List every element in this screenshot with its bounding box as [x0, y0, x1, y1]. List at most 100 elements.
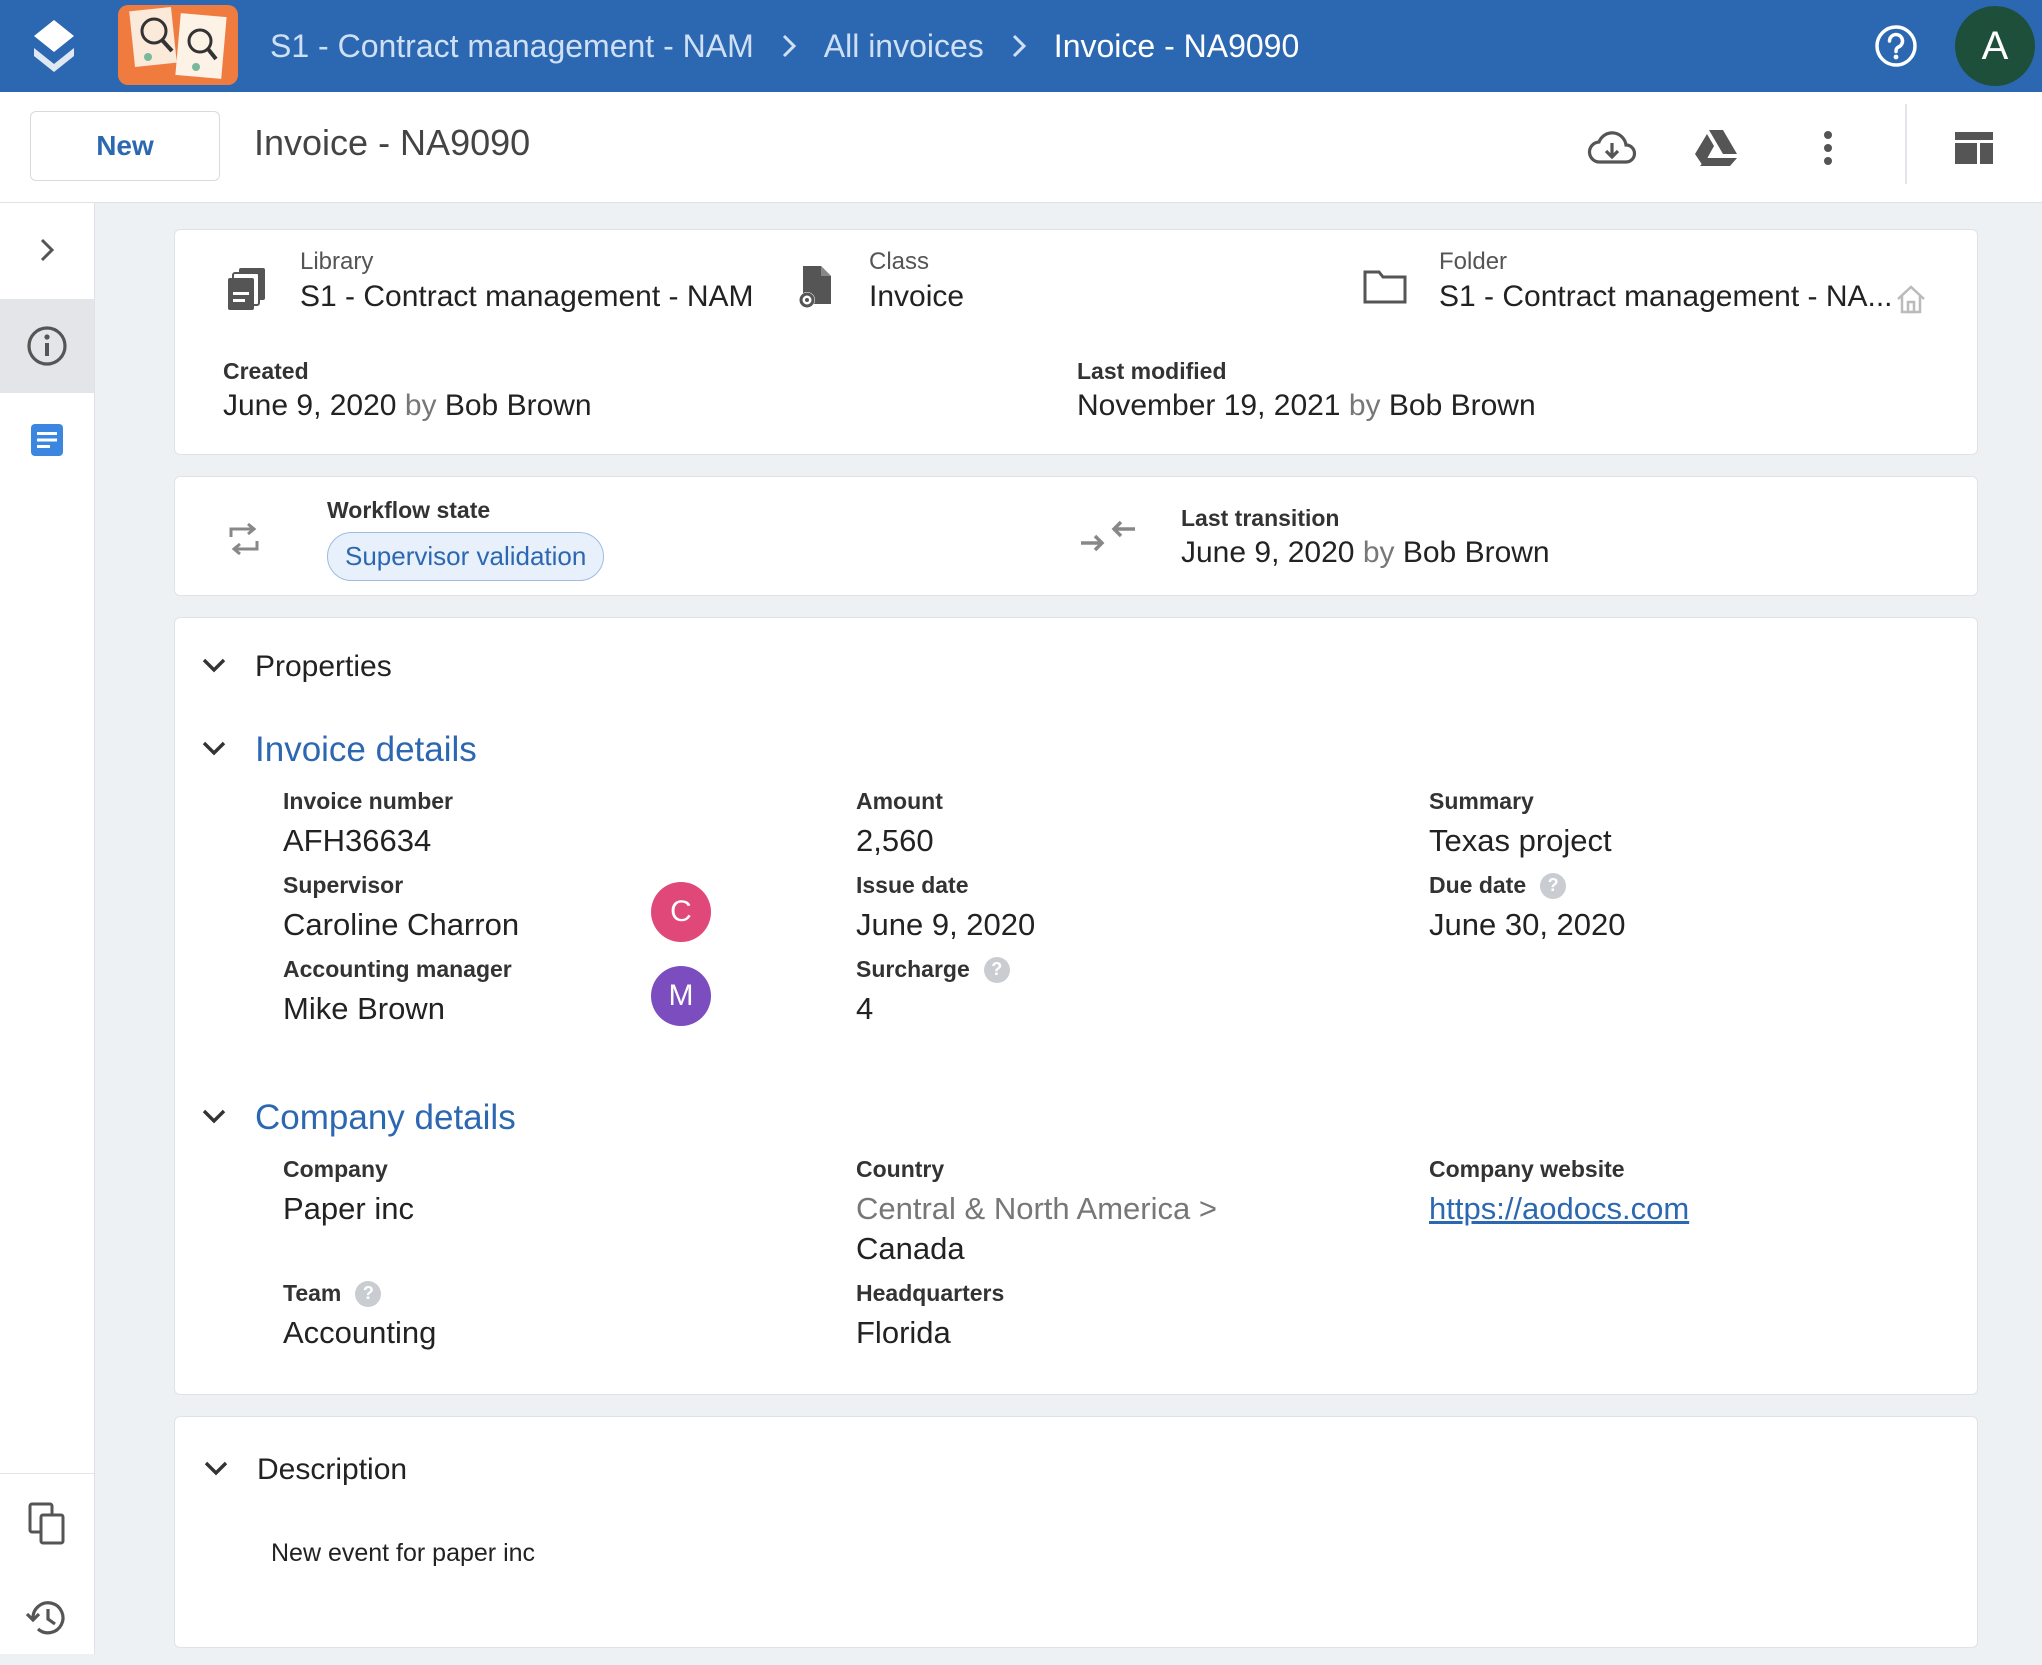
accounting-manager-field: Accounting manager Mike Brown [283, 956, 512, 1029]
help-icon[interactable] [1872, 22, 1920, 70]
page-title: Invoice - NA9090 [254, 122, 531, 163]
document-metadata-card: Library S1 - Contract management - NAM C… [174, 229, 1978, 455]
issue-date-field: Issue date June 9, 2020 [856, 872, 1035, 945]
team-field: Team? Accounting [283, 1280, 436, 1353]
description-text: New event for paper inc [271, 1539, 536, 1567]
cloud-download-icon[interactable] [1586, 122, 1638, 174]
folder-value[interactable]: S1 - Contract management - NA... [1439, 280, 1893, 314]
folder-icon [1363, 268, 1407, 309]
document-content-icon[interactable] [0, 393, 94, 487]
company-details-title: Company details [255, 1098, 516, 1137]
modified-date: November 19, 2021 [1077, 389, 1341, 422]
headquarters-value: Florida [856, 1315, 951, 1350]
user-avatar[interactable]: A [1955, 6, 2035, 86]
last-transition-field: Last transition June 9, 2020 by Bob Brow… [1181, 505, 1550, 570]
description-header[interactable]: Description [203, 1445, 407, 1495]
library-label: Library [300, 248, 374, 275]
toolbar-divider [1905, 104, 1907, 184]
invoice-number-field: Invoice number AFH36634 [283, 788, 453, 861]
home-icon[interactable] [1895, 284, 1927, 319]
company-label: Company [283, 1156, 388, 1182]
copy-icon[interactable] [0, 1477, 94, 1571]
due-date-field: Due date? June 30, 2020 [1429, 872, 1626, 945]
summary-field: Summary Texas project [1429, 788, 1612, 861]
issue-date-value: June 9, 2020 [856, 907, 1036, 942]
surcharge-label: Surcharge [856, 956, 970, 982]
surcharge-field: Surcharge? 4 [856, 956, 1010, 1029]
properties-header[interactable]: Properties [201, 642, 392, 692]
left-side-rail [0, 203, 95, 1654]
help-icon[interactable]: ? [1540, 872, 1567, 899]
company-website-field: Company website https://aodocs.com [1429, 1156, 1689, 1229]
accounting-manager-value[interactable]: Mike Brown [283, 989, 512, 1029]
document-toolbar: New Invoice - NA9090 [0, 92, 2042, 203]
due-date-label: Due date [1429, 872, 1527, 898]
transition-by-word: by [1362, 536, 1395, 569]
app-logo-icon[interactable] [30, 18, 78, 74]
summary-value: Texas project [1429, 823, 1612, 858]
due-date-value: June 30, 2020 [1429, 907, 1626, 942]
layout-toggle-icon[interactable] [1948, 122, 2000, 174]
accounting-manager-avatar[interactable]: M [651, 966, 711, 1026]
google-drive-icon[interactable] [1690, 122, 1742, 174]
company-value: Paper inc [283, 1191, 414, 1226]
company-field: Company Paper inc [283, 1156, 414, 1229]
breadcrumb-current: Invoice - NA9090 [1053, 27, 1300, 64]
expand-panel-icon[interactable] [0, 203, 94, 297]
library-value[interactable]: S1 - Contract management - NAM [300, 280, 754, 314]
properties-card: Properties Invoice details Invoice numbe… [174, 617, 1978, 1395]
last-transition-label: Last transition [1181, 505, 1340, 531]
chevron-down-icon [201, 739, 227, 762]
more-vertical-icon[interactable] [1802, 122, 1854, 174]
country-path: Central & North America > [856, 1191, 1217, 1226]
workflow-state-chip[interactable]: Supervisor validation [327, 532, 605, 581]
headquarters-field: Headquarters Florida [856, 1280, 1004, 1353]
amount-value: 2,560 [856, 823, 934, 858]
class-label: Class [869, 248, 930, 275]
supervisor-field: Supervisor Caroline Charron [283, 872, 519, 945]
workflow-card: Workflow state Supervisor validation Las… [174, 476, 1978, 596]
new-button[interactable]: New [30, 111, 220, 181]
info-icon[interactable] [0, 299, 94, 393]
class-icon [797, 264, 837, 315]
created-by-word: by [404, 389, 437, 422]
transition-icon [1079, 515, 1137, 562]
history-icon[interactable] [0, 1571, 94, 1665]
supervisor-avatar[interactable]: C [651, 882, 711, 942]
library-field: Library S1 - Contract management - NAM [300, 248, 754, 314]
company-details-header[interactable]: Company details [201, 1090, 516, 1146]
library-icon [227, 266, 269, 317]
help-icon[interactable]: ? [983, 956, 1010, 983]
help-icon[interactable]: ? [355, 1280, 382, 1307]
modified-label: Last modified [1077, 358, 1227, 384]
description-title: Description [257, 1453, 408, 1486]
created-field: Created June 9, 2020 by Bob Brown [223, 358, 592, 423]
workflow-state-field: Workflow state Supervisor validation [327, 497, 605, 581]
chevron-down-icon [201, 1107, 227, 1130]
rail-divider [0, 1473, 94, 1474]
country-label: Country [856, 1156, 945, 1182]
issue-date-label: Issue date [856, 872, 969, 898]
breadcrumb-all-invoices[interactable]: All invoices [824, 28, 984, 65]
library-thumbnail[interactable] [118, 5, 238, 85]
class-field: Class Invoice [869, 248, 964, 314]
created-date: June 9, 2020 [223, 389, 397, 422]
created-label: Created [223, 358, 309, 384]
modified-by-user: Bob Brown [1388, 389, 1536, 422]
country-value: Canada [856, 1231, 965, 1266]
transition-date: June 9, 2020 [1181, 536, 1355, 569]
created-by-user: Bob Brown [444, 389, 592, 422]
invoice-details-header[interactable]: Invoice details [201, 722, 477, 778]
chevron-down-icon [203, 1459, 229, 1482]
description-card: Description New event for paper inc [174, 1416, 1978, 1648]
folder-label: Folder [1439, 248, 1508, 275]
breadcrumb-library[interactable]: S1 - Contract management - NAM [270, 28, 754, 65]
company-website-link[interactable]: https://aodocs.com [1429, 1191, 1689, 1226]
supervisor-value[interactable]: Caroline Charron [283, 905, 519, 945]
invoice-details-title: Invoice details [255, 730, 477, 769]
breadcrumb: S1 - Contract management - NAM All invoi… [270, 0, 1299, 92]
headquarters-label: Headquarters [856, 1280, 1005, 1306]
amount-label: Amount [856, 788, 943, 814]
surcharge-value: 4 [856, 991, 874, 1026]
workflow-cycle-icon [227, 521, 261, 562]
